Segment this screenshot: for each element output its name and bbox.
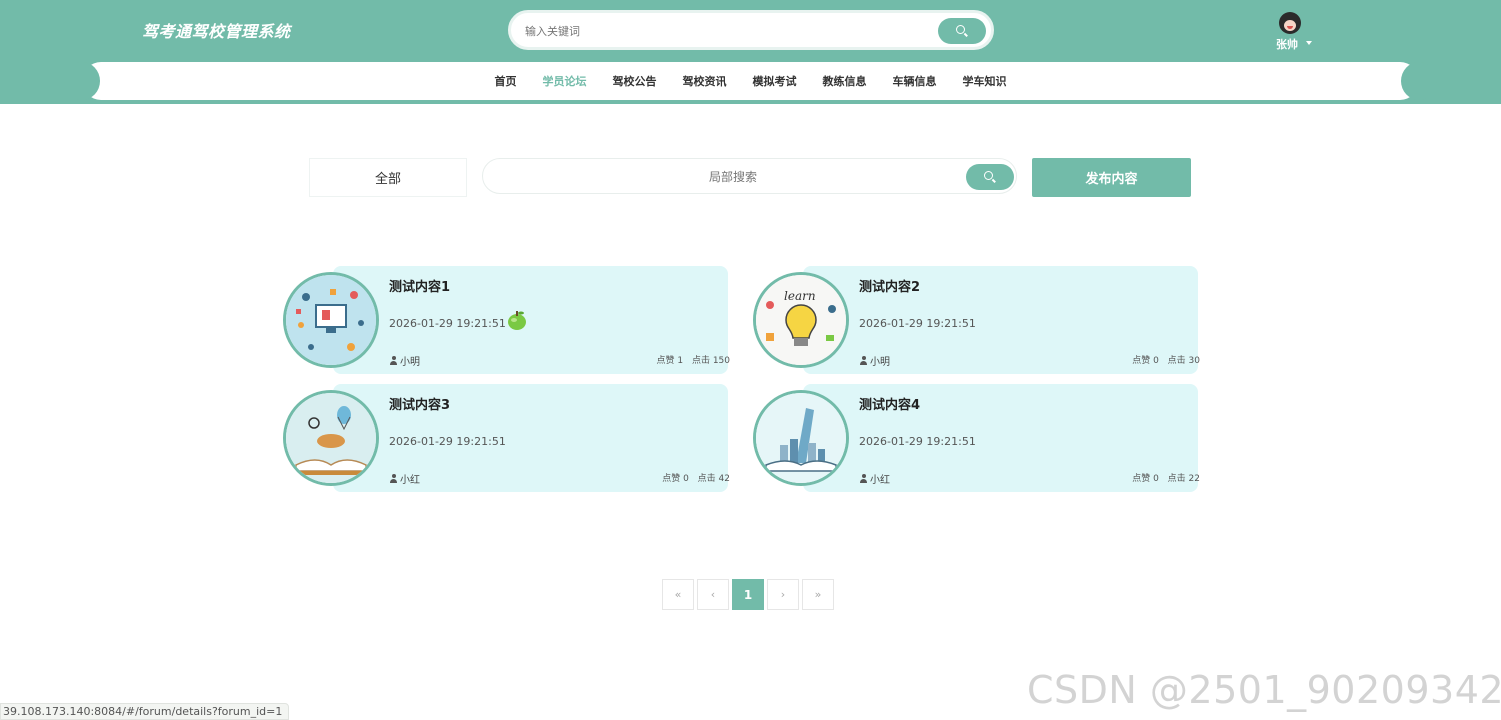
- click-count: 点击 22: [1167, 474, 1200, 484]
- prev-page-button[interactable]: ‹: [697, 579, 729, 610]
- brand-title: 驾考通驾校管理系统: [142, 22, 291, 41]
- caret-down-icon[interactable]: [1306, 41, 1312, 45]
- search-icon: [984, 171, 993, 180]
- post-time: 2026-01-29 19:21:51: [859, 435, 976, 448]
- first-page-button[interactable]: «: [662, 579, 694, 610]
- author-name: 小红: [400, 475, 420, 486]
- top-search-button[interactable]: [938, 18, 986, 44]
- user-avatar[interactable]: [1279, 12, 1301, 34]
- local-search-input[interactable]: [503, 167, 963, 187]
- post-time: 2026-01-29 19:21:51: [389, 435, 506, 448]
- post-time: 2026-01-29 19:21:51: [859, 317, 976, 330]
- post-stats: 点赞 1 点击 150: [650, 353, 730, 366]
- user-icon: [859, 356, 868, 365]
- user-icon: [859, 474, 868, 483]
- svg-text:learn: learn: [784, 289, 816, 303]
- post-title[interactable]: 测试内容3: [389, 394, 450, 413]
- like-count: 点赞 1: [656, 356, 684, 366]
- like-count: 点赞 0: [1132, 474, 1159, 484]
- post-author: 小红: [859, 471, 890, 486]
- click-count: 点击 150: [691, 356, 730, 366]
- nav-item-knowledge[interactable]: 学车知识: [963, 73, 1007, 89]
- search-icon: [956, 25, 965, 34]
- post-stats: 点赞 0 点击 30: [1126, 353, 1200, 366]
- nav-item-coach[interactable]: 教练信息: [823, 73, 867, 89]
- author-name: 小明: [870, 357, 890, 368]
- nav-item-mock-exam[interactable]: 模拟考试: [753, 73, 797, 89]
- post-stats: 点赞 0 点击 42: [656, 471, 730, 484]
- page-number-button[interactable]: 1: [732, 579, 764, 610]
- like-count: 点赞 0: [1132, 356, 1159, 366]
- main-nav: 首页 学员论坛 驾校公告 驾校资讯 模拟考试 教练信息 车辆信息 学车知识: [0, 62, 1501, 100]
- click-count: 点击 42: [697, 474, 730, 484]
- next-page-button[interactable]: ›: [767, 579, 799, 610]
- post-thumbnail[interactable]: [283, 272, 379, 368]
- top-search-bar: [508, 10, 994, 50]
- forum-card[interactable]: learn 测试内容2 2026-01-29 19:21:51 小明 点赞 0 …: [753, 266, 1208, 374]
- post-author: 小明: [389, 353, 420, 368]
- post-title[interactable]: 测试内容2: [859, 276, 920, 295]
- post-thumbnail[interactable]: learn: [753, 272, 849, 368]
- last-page-button[interactable]: »: [802, 579, 834, 610]
- status-bar-url: 39.108.173.140:8084/#/forum/details?foru…: [0, 703, 290, 720]
- forum-card[interactable]: 测试内容1 2026-01-29 19:21:51 小明 点赞 1 点击 150: [283, 266, 738, 374]
- forum-card[interactable]: 测试内容3 2026-01-29 19:21:51 小红 点赞 0 点击 42: [283, 384, 738, 492]
- post-stats: 点赞 0 点击 22: [1126, 471, 1200, 484]
- publish-button[interactable]: 发布内容: [1032, 158, 1191, 197]
- author-name: 小红: [870, 475, 890, 486]
- user-icon: [389, 356, 398, 365]
- category-filter[interactable]: 全部: [309, 158, 467, 197]
- nav-item-announcement[interactable]: 驾校公告: [613, 73, 657, 89]
- like-count: 点赞 0: [662, 474, 689, 484]
- post-time: 2026-01-29 19:21:51: [389, 317, 506, 330]
- local-search-button[interactable]: [966, 164, 1014, 190]
- post-title[interactable]: 测试内容4: [859, 394, 920, 413]
- post-thumbnail[interactable]: [753, 390, 849, 486]
- nav-item-vehicle[interactable]: 车辆信息: [893, 73, 937, 89]
- user-icon: [389, 474, 398, 483]
- forum-card[interactable]: 测试内容4 2026-01-29 19:21:51 小红 点赞 0 点击 22: [753, 384, 1208, 492]
- post-author: 小红: [389, 471, 420, 486]
- nav-item-home[interactable]: 首页: [495, 73, 517, 89]
- apple-icon: [508, 311, 526, 330]
- click-count: 点击 30: [1167, 356, 1200, 366]
- post-author: 小明: [859, 353, 890, 368]
- user-name[interactable]: 张帅: [1276, 36, 1298, 52]
- post-title[interactable]: 测试内容1: [389, 276, 450, 295]
- local-search-bar: [482, 158, 1017, 194]
- nav-item-news[interactable]: 驾校资讯: [683, 73, 727, 89]
- watermark: CSDN @2501_90209342: [1027, 668, 1501, 712]
- post-thumbnail[interactable]: [283, 390, 379, 486]
- author-name: 小明: [400, 357, 420, 368]
- pagination: « ‹ 1 › »: [662, 579, 837, 610]
- nav-item-forum[interactable]: 学员论坛: [543, 73, 587, 89]
- top-search-input[interactable]: [525, 21, 905, 41]
